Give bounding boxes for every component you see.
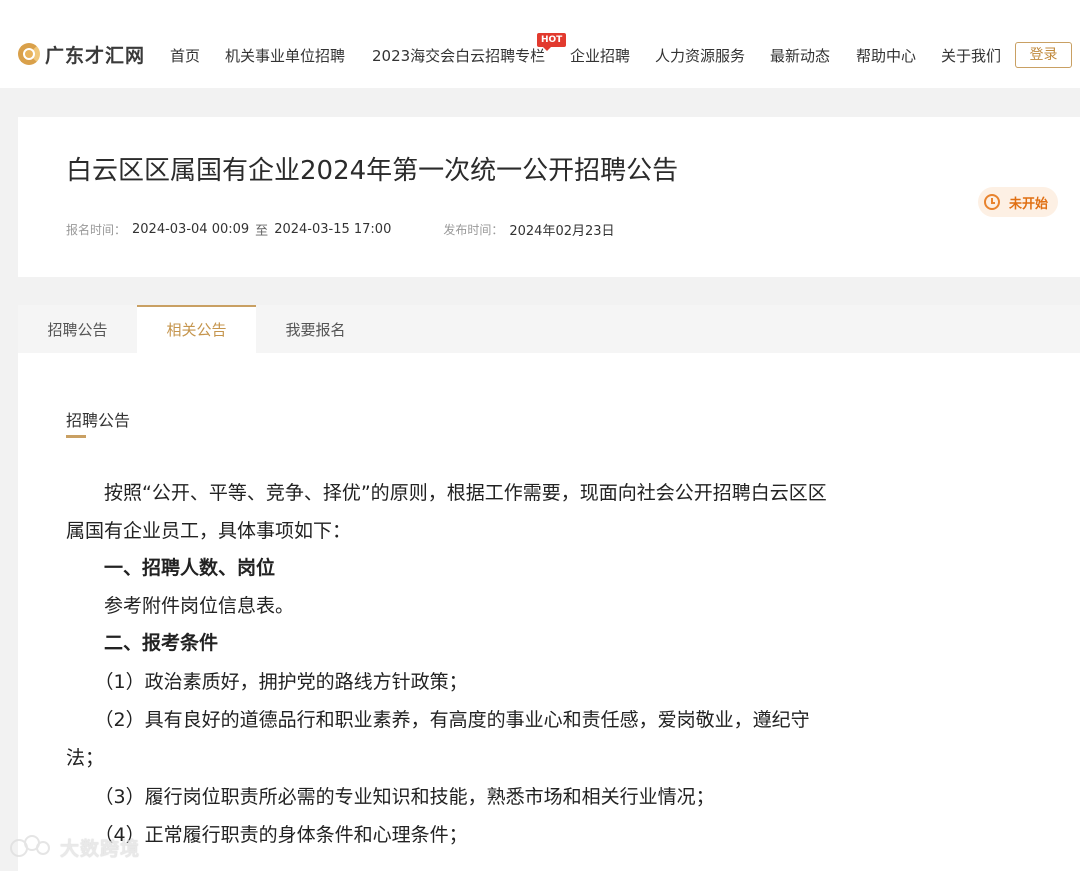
login-button[interactable]: 登录 bbox=[1015, 42, 1072, 68]
signup-time-label: 报名时间： bbox=[66, 223, 127, 237]
tab-related-notices[interactable]: 相关公告 bbox=[137, 305, 256, 353]
publish-date: 2024年02月23日 bbox=[509, 224, 615, 239]
nav-item-government-jobs[interactable]: 机关事业单位招聘 bbox=[225, 44, 345, 68]
nav-item-news[interactable]: 最新动态 bbox=[770, 44, 830, 68]
nav-item-hr-services[interactable]: 人力资源服务 bbox=[655, 44, 745, 68]
tab-apply[interactable]: 我要报名 bbox=[256, 305, 375, 353]
status-text: 未开始 bbox=[1009, 196, 1049, 212]
section-underline bbox=[66, 435, 86, 438]
signup-end: 2024-03-15 17:00 bbox=[274, 222, 392, 237]
heading-conditions: 二、报考条件 bbox=[66, 632, 219, 654]
paragraph-line: （1）政治素质好，拥护党的路线方针政策； bbox=[66, 671, 468, 693]
nav-item-home[interactable]: 首页 bbox=[170, 44, 200, 68]
watermark-text: 大数跨境 bbox=[60, 838, 141, 860]
signup-to: 至 bbox=[255, 224, 269, 239]
notice-content: 招聘公告 按照“公开、平等、竞争、择优”的原则，根据工作需要，现面向社会公开招聘… bbox=[18, 353, 1080, 871]
nav-item-enterprise-jobs[interactable]: 企业招聘 bbox=[570, 44, 630, 68]
heading-positions: 一、招聘人数、岗位 bbox=[66, 557, 276, 579]
notice-tabs: 招聘公告 相关公告 我要报名 bbox=[18, 305, 1080, 353]
clock-icon bbox=[984, 194, 1000, 210]
section-heading: 招聘公告 bbox=[66, 411, 131, 430]
nav-item-expo-column[interactable]: 2023海交会白云招聘专栏 bbox=[372, 44, 545, 68]
nav-item-help[interactable]: 帮助中心 bbox=[856, 44, 916, 68]
hot-badge: HOT bbox=[537, 33, 567, 51]
watermark: 大数跨境 bbox=[10, 834, 140, 861]
paragraph-line: 按照“公开、平等、竞争、择优”的原则，根据工作需要，现面向社会公开招聘白云区区 bbox=[66, 482, 827, 504]
publish-time-label: 发布时间： bbox=[443, 223, 504, 237]
logo-icon bbox=[18, 43, 40, 65]
tab-recruitment-notice[interactable]: 招聘公告 bbox=[18, 305, 137, 353]
paragraph-line: （2）具有良好的道德品行和职业素养，有高度的事业心和责任感，爱岗敬业，遵纪守 bbox=[66, 709, 810, 731]
top-navigation-bar: 广东才汇网 首页 机关事业单位招聘 2023海交会白云招聘专栏 企业招聘 人力资… bbox=[0, 0, 1080, 88]
watermark-icon bbox=[10, 834, 54, 861]
paragraph-line: 属国有企业员工，具体事项如下： bbox=[66, 520, 352, 542]
notice-header-card: 白云区区属国有企业2024年第一次统一公开招聘公告 报名时间： 2024-03-… bbox=[18, 117, 1080, 277]
notice-meta: 报名时间： 2024-03-04 00:09 至 2024-03-15 17:0… bbox=[66, 220, 615, 239]
paragraph-line: 法； bbox=[66, 747, 105, 769]
site-logo[interactable]: 广东才汇网 bbox=[18, 40, 145, 68]
paragraph-line: 参考附件岗位信息表。 bbox=[66, 595, 295, 617]
status-badge: 未开始 bbox=[978, 187, 1059, 217]
logo-text: 广东才汇网 bbox=[45, 44, 146, 67]
paragraph-line: （3）履行岗位职责所必需的专业知识和技能，熟悉市场和相关行业情况； bbox=[66, 786, 715, 808]
signup-start: 2024-03-04 00:09 bbox=[132, 222, 250, 237]
page-title: 白云区区属国有企业2024年第一次统一公开招聘公告 bbox=[66, 156, 679, 186]
nav-item-about[interactable]: 关于我们 bbox=[941, 44, 1001, 68]
